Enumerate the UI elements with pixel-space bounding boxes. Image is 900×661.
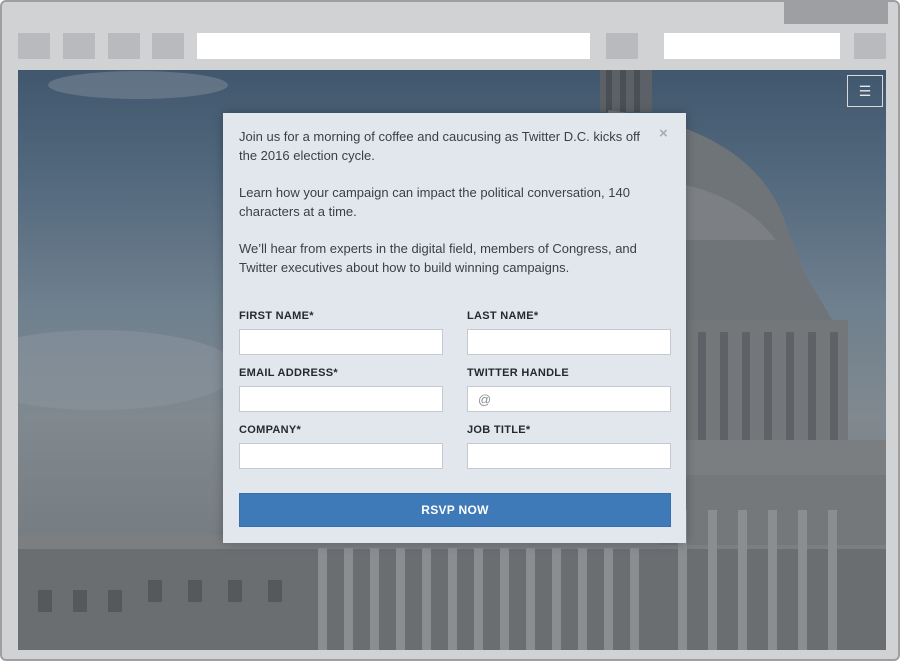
last-name-field[interactable]: [467, 329, 671, 355]
rsvp-modal: × Join us for a morning of coffee and ca…: [223, 113, 686, 543]
hamburger-icon: ☰: [858, 82, 872, 99]
window-tab[interactable]: [784, 2, 888, 24]
hamburger-menu-button[interactable]: ☰: [847, 75, 883, 107]
job-title-label: JOB TITLE*: [467, 424, 531, 436]
back-button[interactable]: [18, 33, 50, 59]
forward-button[interactable]: [63, 33, 95, 59]
intro-paragraph-2: Learn how your campaign can impact the p…: [239, 185, 630, 219]
email-label: EMAIL ADDRESS*: [239, 367, 338, 379]
twitter-handle-field[interactable]: [467, 386, 671, 412]
first-name-field[interactable]: [239, 329, 443, 355]
intro-paragraph-1: Join us for a morning of coffee and cauc…: [239, 129, 641, 163]
last-name-label: LAST NAME*: [467, 310, 539, 322]
search-bar[interactable]: [664, 33, 840, 59]
first-name-label: FIRST NAME*: [239, 310, 314, 322]
job-title-field[interactable]: [467, 443, 671, 469]
company-label: COMPANY*: [239, 424, 302, 436]
address-bar[interactable]: [197, 33, 590, 59]
company-field[interactable]: [239, 443, 443, 469]
reload-button[interactable]: [108, 33, 140, 59]
go-button[interactable]: [606, 33, 638, 59]
close-icon[interactable]: ×: [659, 125, 668, 142]
email-field[interactable]: [239, 386, 443, 412]
intro-paragraph-3: We’ll hear from experts in the digital f…: [239, 241, 637, 275]
browser-window: ☰ × Join us for a morning of coffee and …: [0, 0, 900, 661]
rsvp-now-button[interactable]: RSVP NOW: [239, 493, 671, 527]
twitter-handle-label: TWITTER HANDLE: [467, 367, 569, 379]
home-button[interactable]: [152, 33, 184, 59]
extension-button[interactable]: [854, 33, 886, 59]
